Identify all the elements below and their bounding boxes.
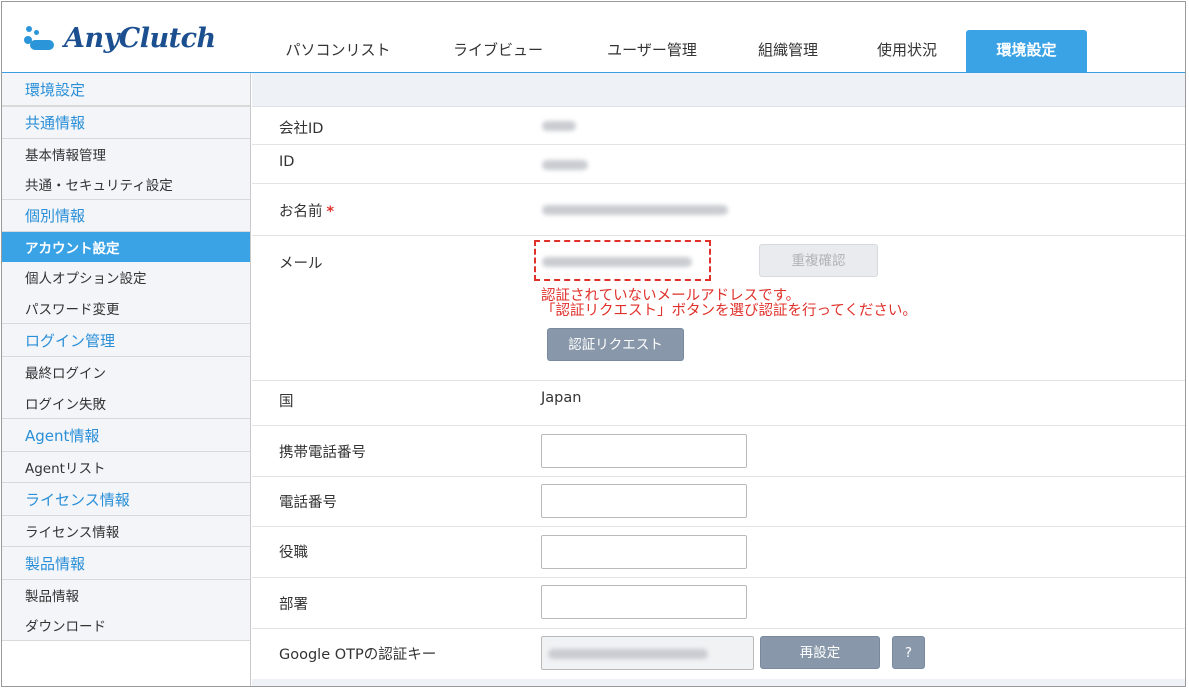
department-input[interactable] — [541, 585, 747, 619]
sidebar-item-agent-list[interactable]: Agentリスト — [2, 452, 250, 482]
row-mail: メール 重複確認 認証されていないメールアドレスです。 「認証リクエスト」ボタン… — [252, 236, 1185, 381]
title-label: 役職 — [279, 545, 308, 561]
unverified-warning-line2: 「認証リクエスト」ボタンを選び認証を行ってください。 — [541, 303, 917, 319]
row-title: 役職 — [252, 527, 1185, 578]
country-value: Japan — [541, 390, 582, 406]
sidebar: 環境設定 共通情報 基本情報管理 共通・セキュリティ設定 個別情報 アカウント設… — [2, 73, 251, 686]
sidebar-item-download[interactable]: ダウンロード — [2, 610, 250, 641]
tab-organization[interactable]: 組織管理 — [748, 30, 828, 72]
row-otp: Google OTPの認証キー 再設定 ? — [252, 629, 1185, 679]
row-department: 部署 — [252, 578, 1185, 629]
sidebar-item-product-info[interactable]: 製品情報 — [2, 580, 250, 610]
mobile-label: 携帯電話番号 — [279, 445, 366, 461]
title-input[interactable] — [541, 535, 747, 569]
row-name: お名前 * — [252, 184, 1185, 236]
sidebar-head-product-info[interactable]: 製品情報 — [2, 546, 250, 580]
sidebar-item-basic-info[interactable]: 基本情報管理 — [2, 139, 250, 169]
tab-settings[interactable]: 環境設定 — [966, 30, 1087, 72]
tab-user-management[interactable]: ユーザー管理 — [597, 30, 707, 72]
row-country: 国 Japan — [252, 381, 1185, 426]
id-label: ID — [279, 154, 295, 170]
duplicate-check-button[interactable]: 重複確認 — [759, 244, 878, 277]
logo-mark-icon — [24, 24, 58, 52]
otp-help-button[interactable]: ? — [892, 636, 925, 669]
name-value-redacted[interactable] — [542, 205, 728, 215]
sidebar-item-personal-options[interactable]: 個人オプション設定 — [2, 262, 250, 292]
sidebar-item-license-info[interactable]: ライセンス情報 — [2, 516, 250, 546]
tab-pc-list[interactable]: パソコンリスト — [278, 30, 398, 72]
sidebar-item-login-failure[interactable]: ログイン失敗 — [2, 387, 250, 418]
otp-key-value-redacted — [548, 649, 708, 659]
row-company-id: 会社ID — [252, 107, 1185, 145]
country-label: 国 — [279, 394, 294, 410]
sidebar-head-personal-info[interactable]: 個別情報 — [2, 199, 250, 232]
verify-request-button[interactable]: 認証リクエスト — [547, 328, 684, 361]
app-window: AnyClutch パソコンリスト ライブビュー ユーザー管理 組織管理 使用状… — [1, 1, 1186, 687]
tab-usage[interactable]: 使用状況 — [867, 30, 947, 72]
name-label: お名前 * — [279, 204, 335, 220]
phone-input[interactable] — [541, 484, 747, 518]
sidebar-item-change-password[interactable]: パスワード変更 — [2, 292, 250, 323]
tab-live-view[interactable]: ライブビュー — [443, 30, 553, 72]
sidebar-head-common-info[interactable]: 共通情報 — [2, 106, 250, 139]
id-value-redacted — [542, 160, 588, 170]
unverified-warning-line1: 認証されていないメールアドレスです。 — [541, 288, 801, 304]
company-id-label: 会社ID — [279, 121, 324, 137]
sidebar-head-settings[interactable]: 環境設定 — [2, 73, 250, 106]
row-phone: 電話番号 — [252, 477, 1185, 527]
sidebar-item-security[interactable]: 共通・セキュリティ設定 — [2, 169, 250, 199]
row-id: ID — [252, 145, 1185, 184]
sidebar-item-last-login[interactable]: 最終ログイン — [2, 357, 250, 387]
mobile-input[interactable] — [541, 434, 747, 468]
company-id-value-redacted — [542, 121, 576, 131]
brand-logo[interactable]: AnyClutch — [24, 22, 216, 54]
required-mark: * — [326, 204, 335, 220]
otp-key-field — [541, 636, 754, 670]
otp-reset-button[interactable]: 再設定 — [760, 636, 880, 669]
sidebar-head-login-management[interactable]: ログイン管理 — [2, 323, 250, 357]
form-top-bar — [252, 73, 1185, 107]
mail-label: メール — [279, 256, 323, 272]
account-settings-form: 会社ID ID お名前 * メール 重複確認 認証されていないメールアドレスです。… — [252, 73, 1185, 686]
header: AnyClutch パソコンリスト ライブビュー ユーザー管理 組織管理 使用状… — [2, 2, 1185, 73]
otp-label: Google OTPの認証キー — [279, 647, 437, 663]
department-label: 部署 — [279, 597, 308, 613]
sidebar-item-account-settings[interactable]: アカウント設定 — [2, 232, 250, 262]
mail-highlight-box — [534, 240, 711, 281]
row-mobile: 携帯電話番号 — [252, 426, 1185, 477]
phone-label: 電話番号 — [279, 495, 337, 511]
sidebar-head-license-info[interactable]: ライセンス情報 — [2, 482, 250, 516]
form-bottom-strip — [252, 679, 1185, 686]
sidebar-head-agent-info[interactable]: Agent情報 — [2, 418, 250, 452]
brand-name: AnyClutch — [64, 22, 216, 54]
